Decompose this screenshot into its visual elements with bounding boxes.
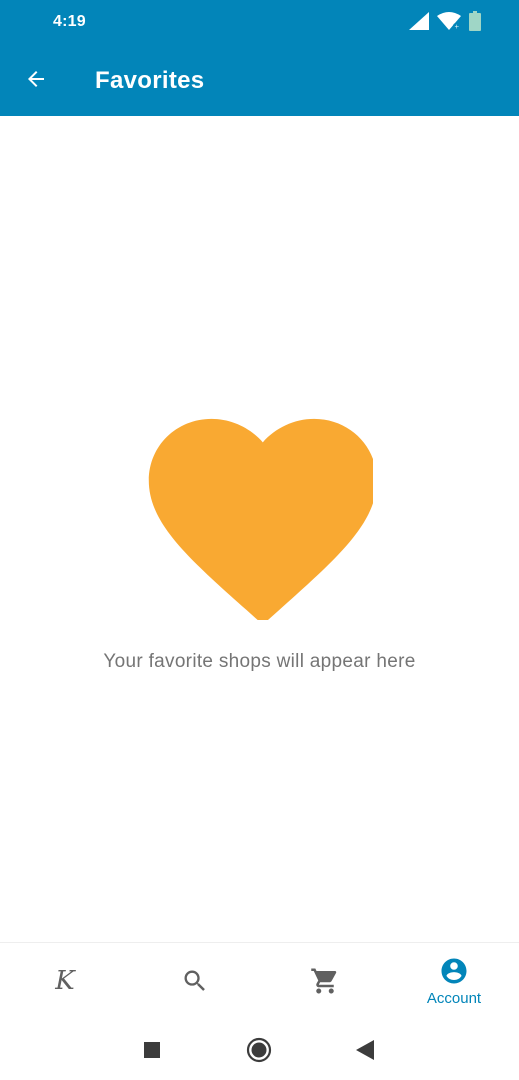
battery-icon bbox=[469, 10, 481, 36]
status-icons: + bbox=[409, 10, 481, 36]
cart-icon bbox=[309, 965, 341, 997]
status-bar: 4:19 + bbox=[0, 0, 519, 46]
wifi-icon: + bbox=[437, 11, 461, 35]
nav-item-home[interactable]: K bbox=[0, 943, 130, 1021]
svg-text:+: + bbox=[454, 23, 459, 30]
back-triangle-icon[interactable] bbox=[349, 1034, 381, 1066]
system-navigation-bar bbox=[0, 1020, 519, 1080]
nav-item-search[interactable] bbox=[130, 943, 260, 1021]
account-circle-icon bbox=[438, 955, 470, 987]
app-bar: Favorites bbox=[0, 46, 519, 116]
nav-item-account-label: Account bbox=[426, 990, 482, 1007]
recents-square-icon[interactable] bbox=[136, 1034, 168, 1066]
status-time: 4:19 bbox=[53, 13, 86, 30]
home-circle-icon[interactable] bbox=[243, 1034, 275, 1066]
back-button[interactable] bbox=[18, 63, 54, 99]
arrow-back-icon bbox=[24, 67, 48, 96]
bottom-navigation: K Account bbox=[0, 942, 519, 1021]
cellular-signal-icon bbox=[409, 11, 429, 35]
brand-k-icon: K bbox=[55, 966, 75, 996]
favorites-empty-state: Your favorite shops will appear here bbox=[0, 116, 519, 942]
nav-item-cart[interactable] bbox=[260, 943, 390, 1021]
nav-item-account[interactable]: Account bbox=[389, 943, 519, 1021]
heart-icon bbox=[145, 414, 377, 625]
search-icon bbox=[179, 965, 211, 997]
empty-state-message: Your favorite shops will appear here bbox=[103, 651, 416, 672]
page-title: Favorites bbox=[95, 67, 205, 94]
